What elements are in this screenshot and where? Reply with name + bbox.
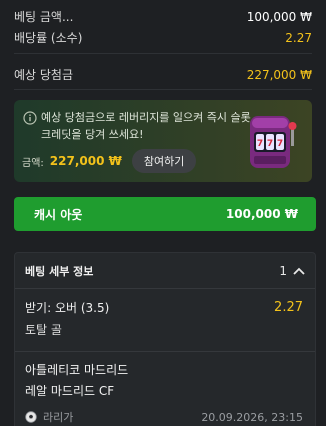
divider xyxy=(15,351,315,352)
chevron-up-icon[interactable] xyxy=(293,267,305,275)
svg-text:7: 7 xyxy=(277,139,283,149)
svg-text:7: 7 xyxy=(257,139,263,149)
cashout-label: 캐시 아웃 xyxy=(34,207,83,222)
payout-row: 예상 당첨금 227,000 ₩ xyxy=(14,66,312,83)
stake-value: 100,000 ₩ xyxy=(246,9,312,24)
stake-row: 베팅 금액... 100,000 ₩ xyxy=(14,8,312,25)
odds-row: 배당률 (소수) 2.27 xyxy=(14,29,312,46)
selection-type: 토탈 골 xyxy=(25,323,62,337)
stake-label: 베팅 금액... xyxy=(14,10,74,24)
selection-market: 받기: 오버 (3.5) xyxy=(25,301,110,315)
selection-row: 받기: 오버 (3.5) 2.27 xyxy=(25,299,303,316)
odds-value: 2.27 xyxy=(285,30,312,45)
selection-odds: 2.27 xyxy=(274,300,303,315)
event-meta: 라리가 20.09.2026, 23:15 xyxy=(25,409,303,425)
away-team: 레알 마드리드 CF xyxy=(25,384,115,398)
promo-amount-value: 227,000 ₩ xyxy=(49,154,122,168)
odds-label: 배당률 (소수) xyxy=(14,31,83,45)
home-team: 아틀레티코 마드리드 xyxy=(25,363,129,377)
promo-amount-label: 금액: xyxy=(22,157,44,169)
soccer-ball-icon xyxy=(25,411,37,423)
bet-details-header[interactable]: 베팅 세부 정보 1 xyxy=(15,253,315,289)
cashout-value: 100,000 ₩ xyxy=(225,207,298,221)
divider xyxy=(14,53,312,54)
svg-text:7: 7 xyxy=(267,139,273,149)
bet-details-panel: 베팅 세부 정보 1 받기: 오버 (3.5) 2.27 토탈 골 아틀레티코 … xyxy=(14,252,316,426)
payout-label: 예상 당첨금 xyxy=(14,68,74,82)
info-icon xyxy=(23,111,37,125)
cashout-button[interactable]: 캐시 아웃 100,000 ₩ xyxy=(14,197,316,231)
event-datetime: 20.09.2026, 23:15 xyxy=(201,410,303,424)
bet-details-title: 베팅 세부 정보 xyxy=(25,264,94,278)
promo-amount-row: 금액: 227,000 ₩ 참여하기 xyxy=(22,149,197,173)
divider xyxy=(14,89,312,90)
join-button[interactable]: 참여하기 xyxy=(131,149,197,173)
slot-credit-promo: 예상 당첨금으로 레버리지를 일으켜 즉시 슬롯 크레딧을 당겨 쓰세요! 금액… xyxy=(14,100,312,182)
slot-machine-icon: 7 7 7 xyxy=(250,116,297,168)
league-name: 라리가 xyxy=(43,411,74,424)
selection-count: 1 xyxy=(279,263,287,278)
payout-value: 227,000 ₩ xyxy=(246,67,312,82)
promo-text: 예상 당첨금으로 레버리지를 일으켜 즉시 슬롯 크레딧을 당겨 쓰세요! xyxy=(41,111,251,141)
